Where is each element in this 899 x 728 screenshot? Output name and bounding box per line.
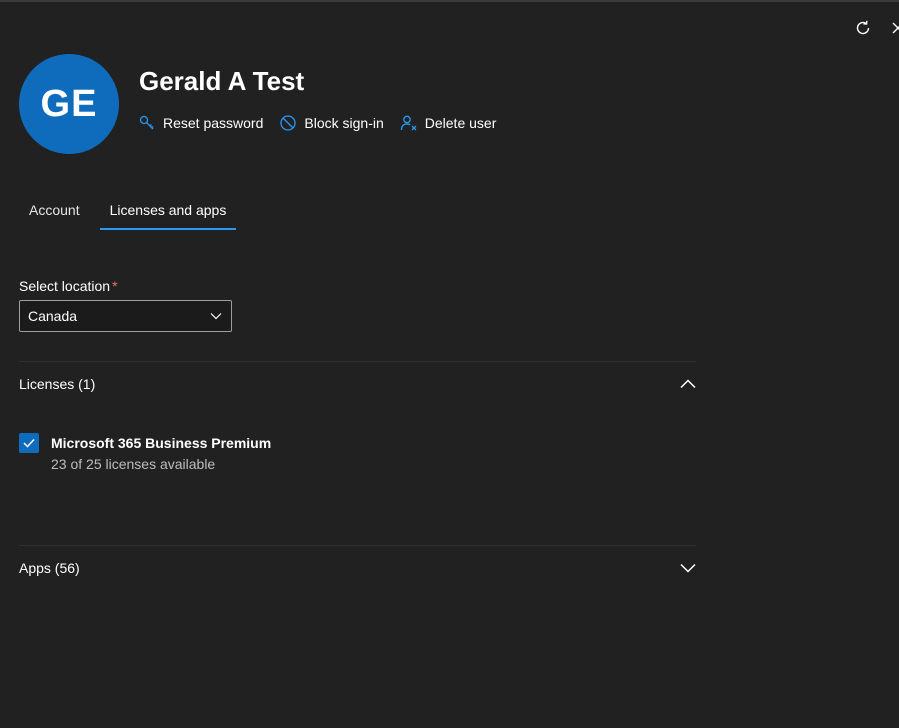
block-sign-in-button[interactable]: Block sign-in: [279, 114, 384, 132]
user-details-panel: GE Gerald A Test Reset password Block si…: [0, 0, 899, 728]
section-divider: [19, 361, 696, 362]
key-icon: [139, 115, 154, 130]
refresh-icon: [856, 20, 870, 35]
user-display-name: Gerald A Test: [139, 66, 305, 96]
required-indicator: *: [112, 278, 118, 294]
tab-bar: Account Licenses and apps: [19, 198, 246, 230]
licenses-section-header[interactable]: Licenses (1): [19, 376, 696, 392]
close-button[interactable]: [886, 16, 899, 40]
location-label-text: Select location: [19, 278, 111, 294]
reset-password-button[interactable]: Reset password: [138, 114, 263, 132]
tab-account[interactable]: Account: [19, 198, 90, 230]
block-icon: [280, 115, 297, 131]
delete-user-icon: [400, 115, 417, 131]
license-availability: 23 of 25 licenses available: [51, 456, 216, 472]
apps-header-label: Apps (56): [19, 560, 80, 576]
license-checkbox[interactable]: [19, 433, 39, 453]
chevron-down-icon: [680, 563, 696, 573]
chevron-up-icon: [680, 379, 696, 389]
licenses-header-label: Licenses (1): [19, 376, 96, 392]
location-dropdown[interactable]: Canada: [19, 300, 232, 332]
apps-section-header[interactable]: Apps (56): [19, 560, 696, 576]
reset-password-label: Reset password: [163, 115, 264, 131]
tab-licenses-and-apps[interactable]: Licenses and apps: [99, 198, 237, 230]
section-divider: [19, 545, 696, 546]
block-sign-in-label: Block sign-in: [304, 115, 384, 131]
delete-user-label: Delete user: [424, 115, 497, 131]
close-icon: [892, 22, 899, 34]
location-field-label: Select location *: [19, 278, 118, 294]
chevron-down-icon: [210, 313, 222, 320]
checkmark-icon: [23, 438, 35, 448]
user-actions-bar: Reset password Block sign-in Delete user: [138, 114, 512, 132]
avatar: GE: [19, 54, 119, 154]
location-selected-value: Canada: [28, 308, 78, 324]
refresh-button[interactable]: [851, 16, 875, 40]
license-name: Microsoft 365 Business Premium: [51, 435, 272, 451]
delete-user-button[interactable]: Delete user: [400, 114, 497, 132]
